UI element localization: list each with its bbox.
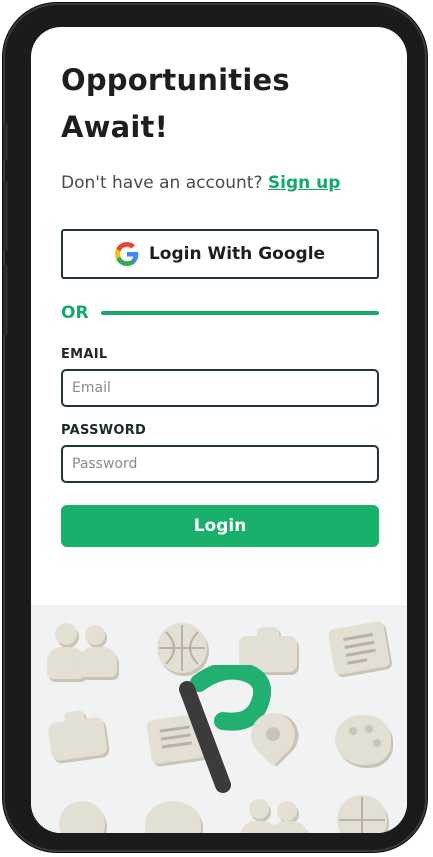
basketball-icon bbox=[337, 795, 387, 833]
password-label: PASSWORD bbox=[61, 423, 147, 438]
users-icon bbox=[47, 623, 119, 681]
users-icon bbox=[241, 799, 311, 833]
email-field[interactable] bbox=[61, 369, 379, 407]
side-button bbox=[3, 265, 8, 335]
title-line-2: Await! bbox=[61, 110, 169, 144]
illustration-panel bbox=[31, 605, 407, 833]
phone-frame: Opportunities Await! Don't have an accou… bbox=[3, 3, 427, 852]
login-button[interactable]: Login bbox=[61, 505, 379, 547]
signup-link[interactable]: Sign up bbox=[268, 173, 341, 193]
title-line-1: Opportunities bbox=[61, 63, 290, 97]
password-field[interactable] bbox=[61, 445, 379, 483]
or-divider: OR bbox=[61, 303, 379, 323]
location-pin-icon bbox=[241, 703, 305, 773]
login-screen: Opportunities Await! Don't have an accou… bbox=[31, 27, 407, 833]
divider-line bbox=[100, 311, 379, 315]
briefcase-icon bbox=[46, 707, 108, 762]
side-button bbox=[3, 181, 8, 251]
email-label: EMAIL bbox=[61, 347, 108, 362]
google-button-label: Login With Google bbox=[148, 244, 326, 264]
signup-prompt: Don't have an account? bbox=[61, 173, 263, 193]
palette-icon bbox=[59, 801, 105, 833]
or-label: OR bbox=[61, 303, 89, 323]
google-icon bbox=[114, 242, 139, 266]
document-icon bbox=[327, 620, 391, 676]
signup-row: Don't have an account? Sign up bbox=[61, 173, 340, 193]
side-button bbox=[3, 123, 8, 161]
google-login-button[interactable]: Login With Google bbox=[61, 229, 379, 279]
palette-icon bbox=[145, 801, 201, 833]
page-title: Opportunities Await! bbox=[61, 57, 381, 151]
palette-icon bbox=[335, 715, 391, 765]
